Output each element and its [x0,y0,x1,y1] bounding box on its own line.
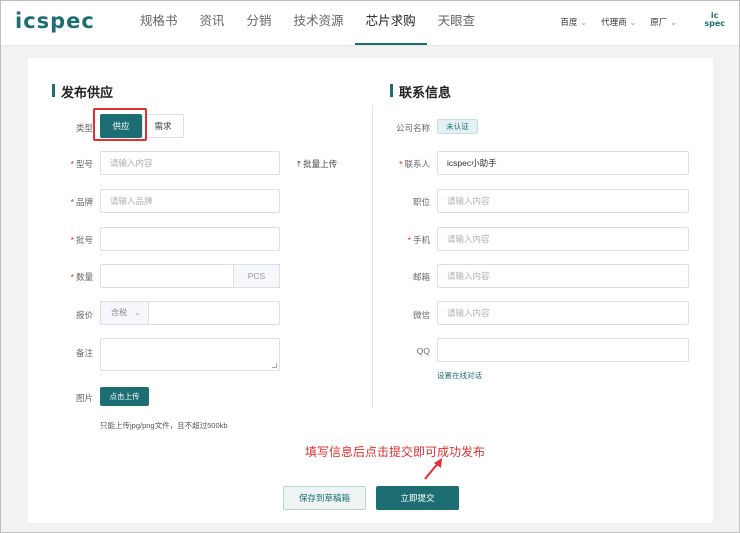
qty-unit: PCS [233,264,280,288]
company-label: 公司名称 [385,122,430,134]
upload-icon: ⤒ [297,159,301,169]
email-input[interactable]: 请输入内容 [437,264,689,288]
price-label: 报价 [60,309,93,321]
note-textarea[interactable] [100,338,280,371]
qty-input[interactable] [100,264,234,288]
nav-item-datasheet[interactable]: 规格书 [129,1,189,45]
batch-input[interactable] [100,227,280,251]
nav-item-tianyancha[interactable]: 天眼查 [427,1,487,45]
qty-label: *数量 [60,271,93,283]
wechat-label: 微信 [385,309,430,321]
required-mark: * [71,235,74,245]
contact-section-title: 联系信息 [390,82,451,101]
tax-select-value: 含税 [111,308,127,317]
submit-button[interactable]: 立即提交 [376,486,459,510]
mini-logo-bottom: spec [704,20,725,28]
bulk-upload-label: 批量上传 [303,159,337,169]
required-mark: * [408,235,411,245]
qq-label: QQ [385,346,430,356]
supply-section-title: 发布供应 [52,82,113,101]
model-label-text: 型号 [76,159,93,169]
company-status-badge: 未认证 [437,119,478,134]
right-nav-label: 百度 [560,17,577,27]
chevron-down-icon: ⌄ [134,308,141,317]
annotation-text: 填写信息后点击提交即可成功发布 [305,443,485,460]
note-label: 备注 [60,347,93,359]
brand-label-text: 品牌 [76,197,93,207]
batch-label: *批号 [60,234,93,246]
top-header: icspec 规格书 资讯 分销 技术资源 芯片求购 天眼查 百度⌄ 代理商⌄ … [1,1,739,46]
right-nav-label: 原厂 [650,17,667,27]
email-label: 邮箱 [385,271,430,283]
highlight-box [93,108,147,141]
resize-handle-icon[interactable] [272,363,277,368]
tax-select[interactable]: 含税 ⌄ [100,301,149,325]
chevron-down-icon: ⌄ [670,18,677,27]
qty-label-text: 数量 [76,272,93,282]
image-label: 图片 [60,392,93,404]
required-mark: * [71,272,74,282]
brand-input[interactable]: 请输入品牌 [100,189,280,213]
nav-item-tech-resources[interactable]: 技术资源 [283,1,355,45]
chevron-down-icon: ⌄ [580,18,587,27]
phone-input[interactable]: 请输入内容 [437,227,689,251]
price-input[interactable] [148,301,280,325]
type-demand-button[interactable]: 需求 [142,114,184,138]
site-logo[interactable]: icspec [15,9,95,33]
phone-label-text: 手机 [413,235,430,245]
mini-logo[interactable]: ic spec [704,12,725,28]
wechat-input[interactable]: 请输入内容 [437,301,689,325]
model-label: *型号 [60,158,93,170]
main-nav: 规格书 资讯 分销 技术资源 芯片求购 天眼查 [129,1,486,45]
qq-input[interactable] [437,338,689,362]
model-input[interactable]: 请输入内容 [100,151,280,175]
right-nav-manufacturer[interactable]: 原厂⌄ [650,16,677,28]
phone-label: *手机 [385,234,430,246]
chevron-down-icon: ⌄ [630,18,637,27]
right-nav-label: 代理商 [601,17,627,27]
contact-person-input[interactable]: icspec小助手 [437,151,689,175]
upload-image-button[interactable]: 点击上传 [100,387,149,406]
required-mark: * [71,159,74,169]
right-nav-agent[interactable]: 代理商⌄ [601,16,636,28]
batch-label-text: 批号 [76,235,93,245]
required-mark: * [399,159,402,169]
online-chat-link[interactable]: 设置在线对话 [437,370,482,381]
nav-item-news[interactable]: 资讯 [189,1,236,45]
save-draft-button[interactable]: 保存到草稿箱 [283,486,366,510]
contact-person-label: *联系人 [385,158,430,170]
section-divider [372,105,373,408]
right-nav: 百度⌄ 代理商⌄ 原厂⌄ [560,16,677,28]
required-mark: * [71,197,74,207]
type-label: 类型 [60,122,93,134]
position-input[interactable]: 请输入内容 [437,189,689,213]
contact-person-label-text: 联系人 [404,159,430,169]
upload-hint: 只能上传jpg/png文件，且不超过500kb [100,420,228,431]
position-label: 职位 [385,196,430,208]
annotation-arrow-icon [422,456,446,482]
right-nav-baidu[interactable]: 百度⌄ [560,16,587,28]
brand-label: *品牌 [60,196,93,208]
nav-item-distribution[interactable]: 分销 [236,1,283,45]
nav-item-chip-purchase[interactable]: 芯片求购 [355,1,427,45]
bulk-upload-link[interactable]: ⤒ 批量上传 [297,158,337,170]
